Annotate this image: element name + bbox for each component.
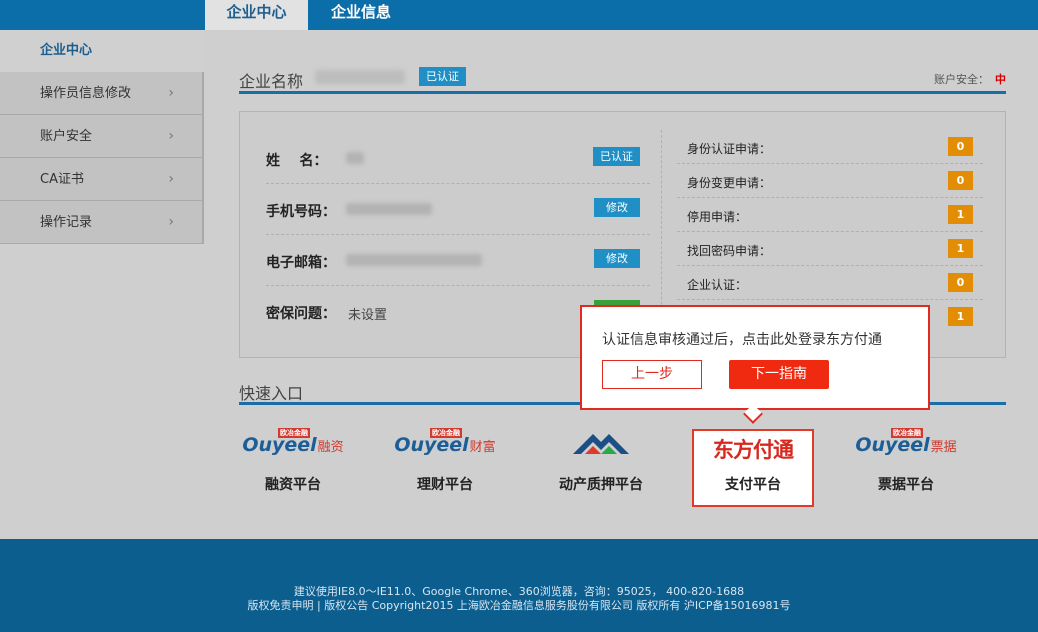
platform-wealth[interactable]: 欧冶金融 Ouyeel财富 理财平台 xyxy=(384,420,506,496)
verified-badge: 已认证 xyxy=(419,67,466,86)
stat-count[interactable]: 1 xyxy=(948,205,973,224)
stat-label: 停用申请： xyxy=(687,210,748,224)
stat-row: 企业认证： 0 xyxy=(677,266,983,300)
platform-name: 支付平台 xyxy=(725,477,781,493)
name-row: 姓 名： 已认证 xyxy=(266,133,650,184)
guide-tooltip: 认证信息审核通过后，点击此处登录东方付通 上一步 下一指南 xyxy=(580,305,930,424)
account-security: 账户安全： 中 xyxy=(934,71,1006,87)
phone-redacted xyxy=(346,203,432,215)
stat-label: 找回密码申请： xyxy=(687,244,772,258)
sidebar-item-label: 操作员信息修改 xyxy=(40,86,132,101)
platform-financing[interactable]: 欧冶金融 Ouyeel融资 融资平台 xyxy=(232,420,354,496)
security-level: 中 xyxy=(995,73,1006,86)
footer-copyright-line: 版权免责申明 | 版权公告 Copyright2015 上海欧冶金融信息服务股份… xyxy=(247,599,791,612)
company-header: 企业名称 已认证 账户安全： 中 xyxy=(239,64,1006,94)
company-name-label: 企业名称 xyxy=(239,72,304,91)
stat-row: 停用申请： 1 xyxy=(677,198,983,232)
stat-label: 企业认证： xyxy=(687,278,748,292)
quick-entry-title: 快速入口 xyxy=(239,384,304,403)
platform-name: 动产质押平台 xyxy=(559,477,643,493)
email-modify-button[interactable]: 修改 xyxy=(594,249,640,268)
sidebar-item-ca-cert[interactable]: CA证书 › xyxy=(0,158,204,201)
name-verified-badge: 已认证 xyxy=(593,147,640,166)
stat-row: 身份认证申请： 0 xyxy=(677,130,983,164)
top-nav-bar: 企业中心 企业信息 xyxy=(0,0,1038,30)
logo-cn: 财富 xyxy=(469,440,496,455)
tooltip-message: 认证信息审核通过后，点击此处登录东方付通 xyxy=(602,332,882,348)
footer: 建议使用IE8.0～IE11.0、Google Chrome、360浏览器，咨询… xyxy=(0,539,1038,632)
next-guide-button[interactable]: 下一指南 xyxy=(729,360,829,389)
tab-enterprise-info[interactable]: 企业信息 xyxy=(308,0,414,30)
sidebar-item-account-security[interactable]: 账户安全 › xyxy=(0,115,204,158)
stat-count[interactable]: 0 xyxy=(948,137,973,156)
platform-bills[interactable]: 欧冶金融 Ouyeel票据 票据平台 xyxy=(845,420,967,496)
stat-count[interactable]: 1 xyxy=(948,307,973,326)
logo-cn: 票据 xyxy=(930,440,957,455)
stat-label: 身份认证申请： xyxy=(687,142,772,156)
stat-count[interactable]: 0 xyxy=(948,273,973,292)
logo-cn: 融资 xyxy=(317,440,344,455)
sidebar-item-operator-info[interactable]: 操作员信息修改 › xyxy=(0,72,204,115)
platform-payment[interactable]: 东方付通 支付平台 xyxy=(692,429,814,507)
chevron-right-icon: › xyxy=(168,85,174,101)
platform-name: 融资平台 xyxy=(265,477,321,493)
mountain-logo-icon xyxy=(573,434,629,454)
phone-label: 手机号码： xyxy=(266,204,336,220)
sidebar: 企业中心 操作员信息修改 › 账户安全 › CA证书 › 操作记录 › xyxy=(0,30,204,244)
email-row: 电子邮箱： 修改 xyxy=(266,235,650,286)
sidebar-header[interactable]: 企业中心 xyxy=(0,30,204,72)
ouyeel-logo: 欧冶金融 Ouyeel财富 xyxy=(384,428,506,458)
security-label: 账户安全： xyxy=(934,73,989,86)
email-label: 电子邮箱： xyxy=(266,255,336,271)
question-value: 未设置 xyxy=(348,308,388,323)
sidebar-item-label: 账户安全 xyxy=(40,129,93,144)
phone-modify-button[interactable]: 修改 xyxy=(594,198,640,217)
logo-tag: 欧冶金融 xyxy=(278,428,310,438)
logo-tag: 欧冶金融 xyxy=(430,428,462,438)
chevron-right-icon: › xyxy=(168,128,174,144)
name-redacted xyxy=(346,152,364,164)
sidebar-item-operation-log[interactable]: 操作记录 › xyxy=(0,201,204,244)
question-label: 密保问题： xyxy=(266,306,336,322)
platform-name: 票据平台 xyxy=(878,477,934,493)
sidebar-item-label: CA证书 xyxy=(40,172,84,187)
stat-count[interactable]: 1 xyxy=(948,239,973,258)
prev-step-button[interactable]: 上一步 xyxy=(602,360,702,389)
ouyeel-logo: 欧冶金融 Ouyeel票据 xyxy=(845,428,967,458)
email-redacted xyxy=(346,254,482,266)
phone-row: 手机号码： 修改 xyxy=(266,184,650,235)
chevron-right-icon: › xyxy=(168,214,174,230)
chevron-right-icon: › xyxy=(168,171,174,187)
platform-pledge[interactable]: 动产质押平台 xyxy=(540,420,662,496)
company-name-redacted xyxy=(315,70,405,84)
sidebar-item-label: 操作记录 xyxy=(40,215,93,230)
tab-enterprise-center[interactable]: 企业中心 xyxy=(205,0,308,30)
logo-tag: 欧冶金融 xyxy=(891,428,923,438)
stat-row: 找回密码申请： 1 xyxy=(677,232,983,266)
stat-count[interactable]: 0 xyxy=(948,171,973,190)
stat-row: 身份变更申请： 0 xyxy=(677,164,983,198)
name-label: 姓 名： xyxy=(266,153,328,169)
dongfang-futong-logo: 东方付通 xyxy=(713,438,794,462)
ouyeel-logo: 欧冶金融 Ouyeel融资 xyxy=(232,428,354,458)
platform-name: 理财平台 xyxy=(417,477,473,493)
stat-label: 身份变更申请： xyxy=(687,176,772,190)
